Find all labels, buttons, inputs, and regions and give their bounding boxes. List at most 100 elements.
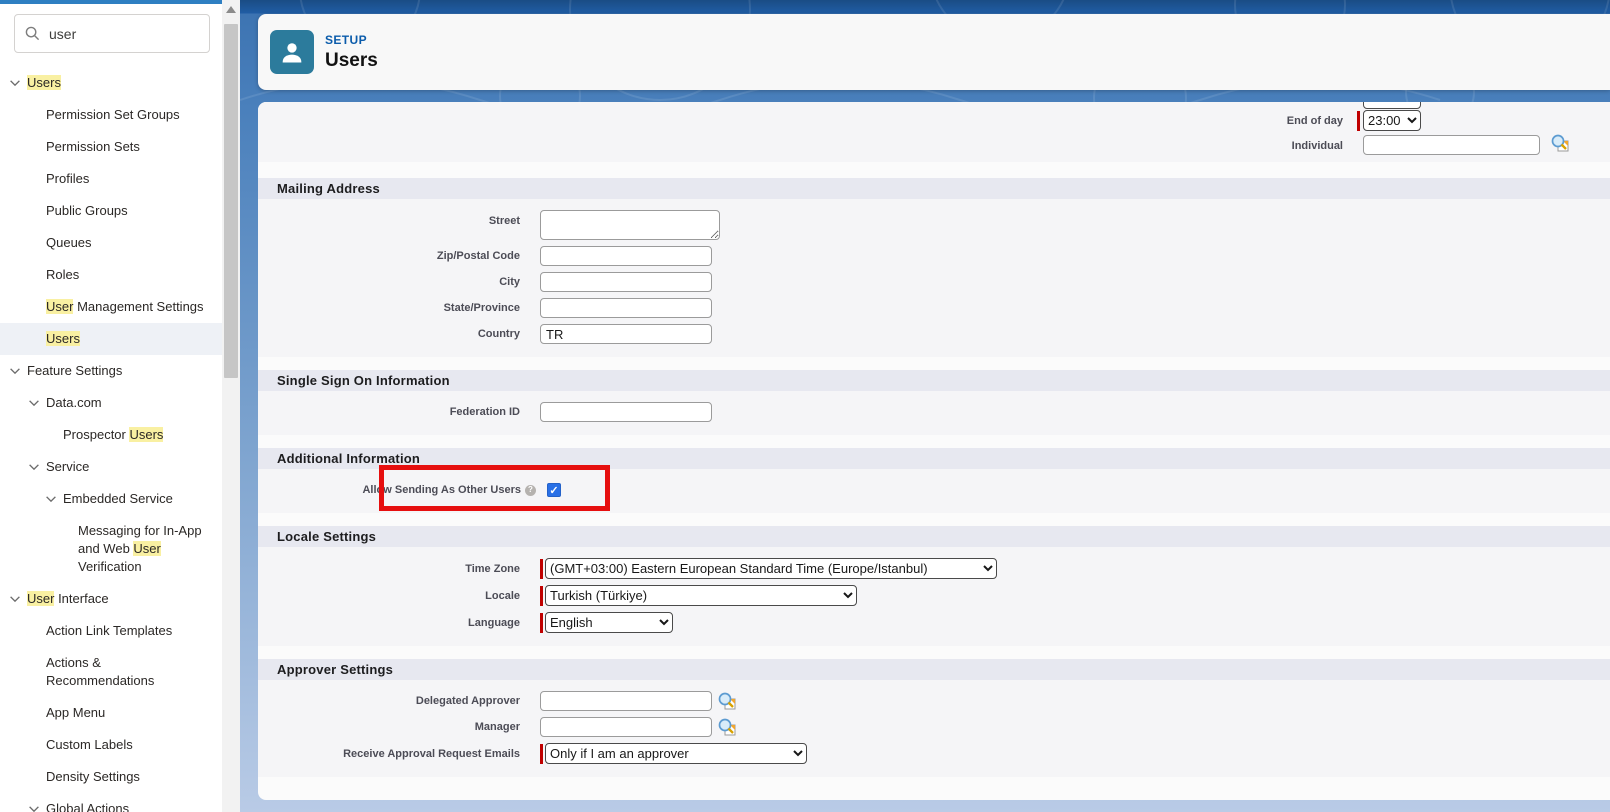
sidebar-item-custom-labels[interactable]: Custom Labels <box>0 729 222 761</box>
sidebar-item-user-interface[interactable]: User Interface <box>0 583 222 615</box>
allow-sending-label: Allow Sending As Other Users <box>362 483 521 497</box>
sidebar-item-label: Embedded Service <box>63 490 173 508</box>
receive-approval-label: Receive Approval Request Emails <box>258 747 540 761</box>
section-title: Additional Information <box>258 448 1610 469</box>
sidebar-item-queues[interactable]: Queues <box>0 227 222 259</box>
time-zone-label: Time Zone <box>258 562 540 576</box>
top-fields-section: End of day 23:00 Individual <box>258 102 1610 162</box>
sidebar-item-service[interactable]: Service <box>0 451 222 483</box>
header-text-block: SETUP Users <box>325 33 378 72</box>
field-row-country: Country <box>258 321 1610 347</box>
language-label: Language <box>258 616 540 630</box>
sidebar-item-label: User Interface <box>27 590 109 608</box>
federation-id-label: Federation ID <box>258 405 540 419</box>
delegated-approver-lookup-icon[interactable] <box>717 691 737 711</box>
end-of-day-select[interactable]: 23:00 <box>1363 110 1421 131</box>
individual-lookup-icon[interactable] <box>1550 133 1570 153</box>
sidebar-item-label: Custom Labels <box>46 736 133 754</box>
quick-find-search[interactable] <box>14 14 210 53</box>
user-edit-form-panel: End of day 23:00 Individual <box>258 102 1610 800</box>
time-zone-select[interactable]: (GMT+03:00) Eastern European Standard Ti… <box>545 558 997 579</box>
manager-label: Manager <box>258 720 540 734</box>
sidebar-item-messaging-for-in-app-and-web-user-verification[interactable]: Messaging for In-App and Web User Verifi… <box>0 515 222 583</box>
chevron-down-icon[interactable] <box>8 364 27 378</box>
sidebar-item-label: Users <box>27 74 61 92</box>
sidebar-item-prospector-users[interactable]: Prospector Users <box>0 419 222 451</box>
chevron-down-icon[interactable] <box>8 592 27 606</box>
state-label: State/Province <box>258 301 540 315</box>
city-label: City <box>258 275 540 289</box>
zip-input[interactable] <box>540 246 712 266</box>
sidebar-scrollbar[interactable] <box>222 0 240 812</box>
start-of-day-select-cutoff[interactable] <box>1363 102 1421 109</box>
language-select[interactable]: English <box>545 612 673 633</box>
sidebar-item-feature-settings[interactable]: Feature Settings <box>0 355 222 387</box>
individual-input[interactable] <box>1363 135 1540 155</box>
receive-approval-select[interactable]: Only if I am an approver <box>545 743 807 764</box>
section-locale-settings: Locale Settings Time Zone (GMT+03:00) Ea… <box>258 526 1610 646</box>
setup-page-header: SETUP Users <box>258 14 1610 90</box>
section-mailing-address: Mailing Address Street Zip/Postal Code C… <box>258 178 1610 357</box>
chevron-down-icon[interactable] <box>27 396 46 410</box>
section-single-sign-on: Single Sign On Information Federation ID <box>258 370 1610 435</box>
chevron-down-icon[interactable] <box>8 76 27 90</box>
field-row-allow-sending: Allow Sending As Other Users ? ✓ <box>258 477 1610 503</box>
field-row-city: City <box>258 269 1610 295</box>
field-row-street: Street <box>258 207 1610 243</box>
sidebar-item-label: App Menu <box>46 704 105 722</box>
required-indicator <box>1357 111 1360 131</box>
field-row-language: Language English <box>258 609 1610 636</box>
setup-sidebar: Users Permission Set GroupsPermission Set… <box>0 0 222 812</box>
sidebar-item-label: Messaging for In-App and Web User Verifi… <box>78 522 212 576</box>
sidebar-item-permission-sets[interactable]: Permission Sets <box>0 131 222 163</box>
sidebar-item-label: Data.com <box>46 394 102 412</box>
sidebar-item-user-management-settings[interactable]: User Management Settings <box>0 291 222 323</box>
field-row-zip: Zip/Postal Code <box>258 243 1610 269</box>
section-additional-information: Additional Information Allow Sending As … <box>258 448 1610 513</box>
sidebar-item-app-menu[interactable]: App Menu <box>0 697 222 729</box>
street-textarea[interactable] <box>540 210 720 240</box>
delegated-approver-input[interactable] <box>540 691 712 711</box>
scrollbar-thumb[interactable] <box>224 24 238 378</box>
sidebar-item-data-com[interactable]: Data.com <box>0 387 222 419</box>
chevron-down-icon[interactable] <box>44 492 63 506</box>
sidebar-item-users[interactable]: Users <box>0 323 222 355</box>
sidebar-item-users[interactable]: Users <box>0 67 222 99</box>
manager-input[interactable] <box>540 717 712 737</box>
field-row-time-zone: Time Zone (GMT+03:00) Eastern European S… <box>258 555 1610 582</box>
city-input[interactable] <box>540 272 712 292</box>
sidebar-item-density-settings[interactable]: Density Settings <box>0 761 222 793</box>
field-row-locale: Locale Turkish (Türkiye) <box>258 582 1610 609</box>
field-row-delegated-approver: Delegated Approver <box>258 688 1610 714</box>
sidebar-item-permission-set-groups[interactable]: Permission Set Groups <box>0 99 222 131</box>
sidebar-item-embedded-service[interactable]: Embedded Service <box>0 483 222 515</box>
allow-sending-checkbox[interactable]: ✓ <box>547 483 561 497</box>
manager-lookup-icon[interactable] <box>717 717 737 737</box>
country-label: Country <box>258 327 540 341</box>
street-label: Street <box>258 210 540 228</box>
setup-nav-tree: Users Permission Set GroupsPermission Set… <box>0 67 222 812</box>
setup-eyebrow: SETUP <box>325 33 378 47</box>
help-icon[interactable]: ? <box>525 485 536 496</box>
field-row-receive-approval: Receive Approval Request Emails Only if … <box>258 740 1610 767</box>
sidebar-item-public-groups[interactable]: Public Groups <box>0 195 222 227</box>
sidebar-item-actions-recommendations[interactable]: Actions & Recommendations <box>0 647 222 697</box>
locale-select[interactable]: Turkish (Türkiye) <box>545 585 857 606</box>
country-input[interactable] <box>540 324 712 344</box>
required-indicator <box>540 744 543 764</box>
section-approver-settings: Approver Settings Delegated Approver <box>258 659 1610 777</box>
individual-label: Individual <box>1143 140 1343 152</box>
field-row-state: State/Province <box>258 295 1610 321</box>
chevron-down-icon[interactable] <box>27 460 46 474</box>
sidebar-item-roles[interactable]: Roles <box>0 259 222 291</box>
sidebar-item-global-actions[interactable]: Global Actions <box>0 793 222 812</box>
section-title: Locale Settings <box>258 526 1610 547</box>
state-input[interactable] <box>540 298 712 318</box>
sidebar-item-label: Public Groups <box>46 202 128 220</box>
chevron-down-icon[interactable] <box>27 802 46 812</box>
sidebar-item-action-link-templates[interactable]: Action Link Templates <box>0 615 222 647</box>
federation-id-input[interactable] <box>540 402 712 422</box>
search-input[interactable] <box>49 26 199 42</box>
scrollbar-up-arrow-icon[interactable] <box>226 6 236 13</box>
sidebar-item-profiles[interactable]: Profiles <box>0 163 222 195</box>
